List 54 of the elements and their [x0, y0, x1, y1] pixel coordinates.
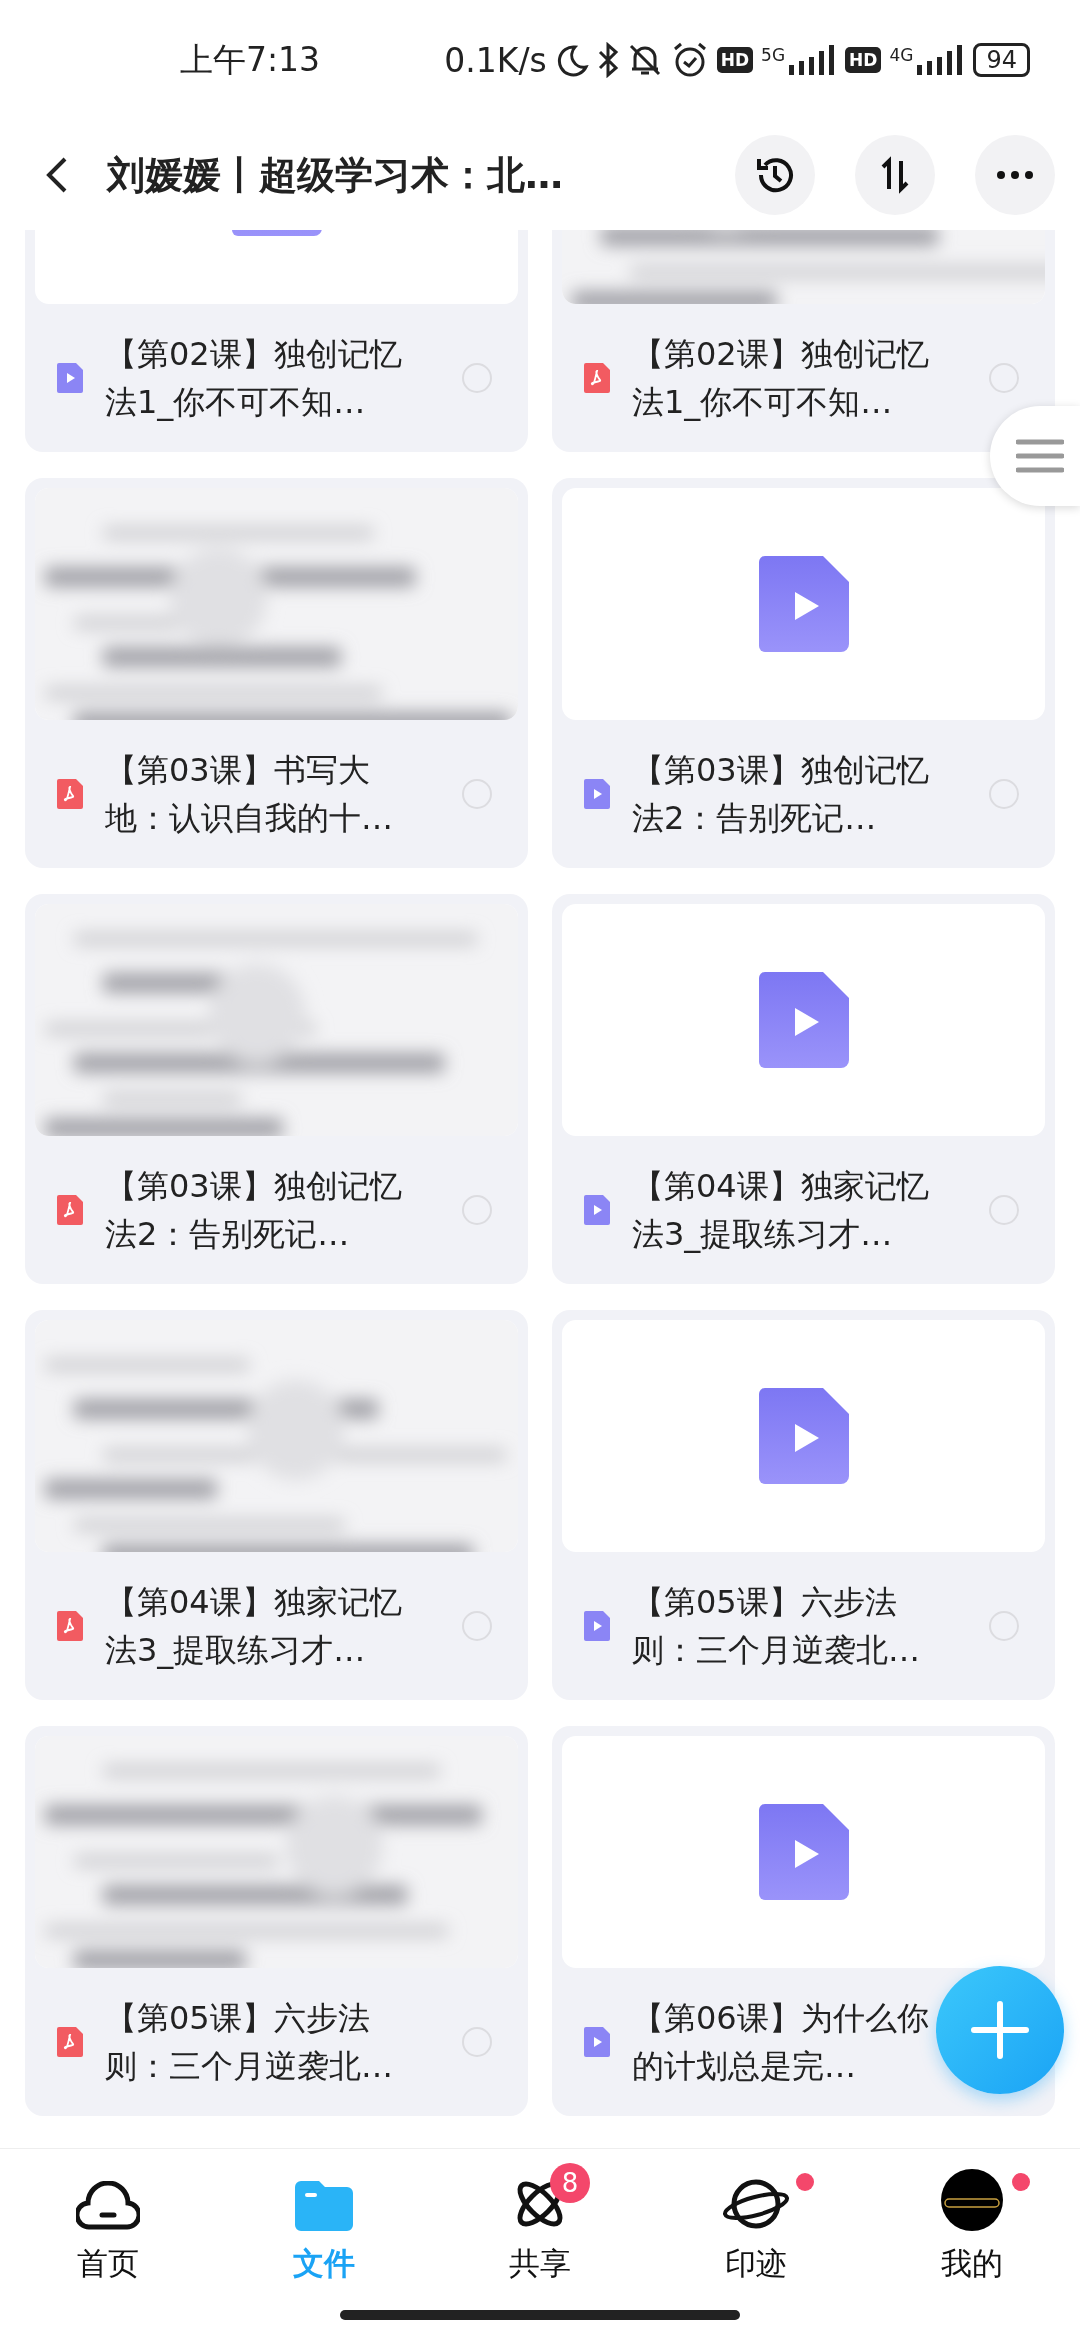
file-card[interactable]: 【第03课】书写大地：认识自我的十…: [25, 478, 528, 868]
video-file-icon: [584, 1195, 610, 1225]
video-file-icon: [57, 363, 83, 393]
video-file-icon: [758, 1388, 849, 1484]
file-card[interactable]: 【第05课】六步法则：三个月逆袭北…: [552, 1310, 1055, 1700]
nav-tab[interactable]: 我的: [941, 2167, 1003, 2285]
file-card[interactable]: 【第05课】六步法则：三个月逆袭北…: [25, 1726, 528, 2116]
file-card[interactable]: 【第02课】独创记忆法1_你不可不知…: [552, 230, 1055, 452]
file-name: 【第06课】为什么你的计划总是完…: [632, 1998, 930, 2087]
video-file-icon: [758, 1804, 849, 1900]
pdf-file-icon: [584, 363, 610, 393]
folder-icon: [295, 2181, 353, 2231]
file-card[interactable]: 【第02课】独创记忆法1_你不可不知…: [25, 230, 528, 452]
back-icon[interactable]: [45, 155, 69, 195]
bluetooth-icon: [596, 42, 619, 78]
video-file-icon: [584, 2027, 610, 2057]
network-type: 4G: [889, 45, 914, 65]
file-card[interactable]: 【第06课】为什么你的计划总是完…: [552, 1726, 1055, 2116]
more-icon: [995, 170, 1035, 180]
network-speed: 0.1K/s: [444, 40, 547, 80]
hd-badge: HD: [845, 47, 882, 73]
video-file-icon: [584, 1611, 610, 1641]
video-file-icon: [584, 779, 610, 809]
pdf-file-icon: [57, 2027, 83, 2057]
file-card[interactable]: 【第04课】独家记忆法3_提取练习才…: [552, 894, 1055, 1284]
nav-tab[interactable]: 首页: [76, 2167, 140, 2285]
pdf-file-icon: [57, 779, 83, 809]
file-name: 【第05课】六步法则：三个月逆袭北…: [632, 1582, 921, 1671]
file-name: 【第03课】独创记忆法2：告别死记…: [105, 1166, 403, 1255]
file-name: 【第03课】书写大地：认识自我的十…: [105, 750, 394, 839]
avatar-icon: [941, 2169, 1003, 2231]
hd-badge: HD: [716, 47, 754, 73]
file-name: 【第03课】独创记忆法2：告别死记…: [632, 750, 930, 839]
notification-badge: 8: [550, 2163, 590, 2203]
nav-tab[interactable]: 印迹: [722, 2167, 790, 2285]
pdf-file-icon: [57, 1195, 83, 1225]
network-type: 5G: [761, 45, 786, 65]
planet-icon: [722, 2177, 790, 2231]
file-name: 【第04课】独家记忆法3_提取练习才…: [632, 1166, 930, 1255]
file-card[interactable]: 【第04课】独家记忆法3_提取练习才…: [25, 1310, 528, 1700]
file-name: 【第05课】六步法则：三个月逆袭北…: [105, 1998, 394, 2087]
plus-icon: [970, 2000, 1030, 2060]
file-card[interactable]: 【第03课】独创记忆法2：告别死记…: [552, 478, 1055, 868]
battery-level: 94: [973, 43, 1030, 77]
cloud-icon: [76, 2181, 140, 2231]
video-file-icon: [758, 556, 849, 652]
file-card[interactable]: 【第03课】独创记忆法2：告别死记…: [25, 894, 528, 1284]
file-name: 【第02课】独创记忆法1_你不可不知…: [632, 334, 930, 423]
file-name: 【第02课】独创记忆法1_你不可不知…: [105, 334, 403, 423]
video-file-icon: [758, 972, 849, 1068]
clock-time: 上午7:13: [180, 38, 321, 81]
file-name: 【第04课】独家记忆法3_提取练习才…: [105, 1582, 403, 1671]
folder-title: 刘媛媛丨超级学习术：北…: [107, 151, 564, 199]
pdf-file-icon: [57, 1611, 83, 1641]
